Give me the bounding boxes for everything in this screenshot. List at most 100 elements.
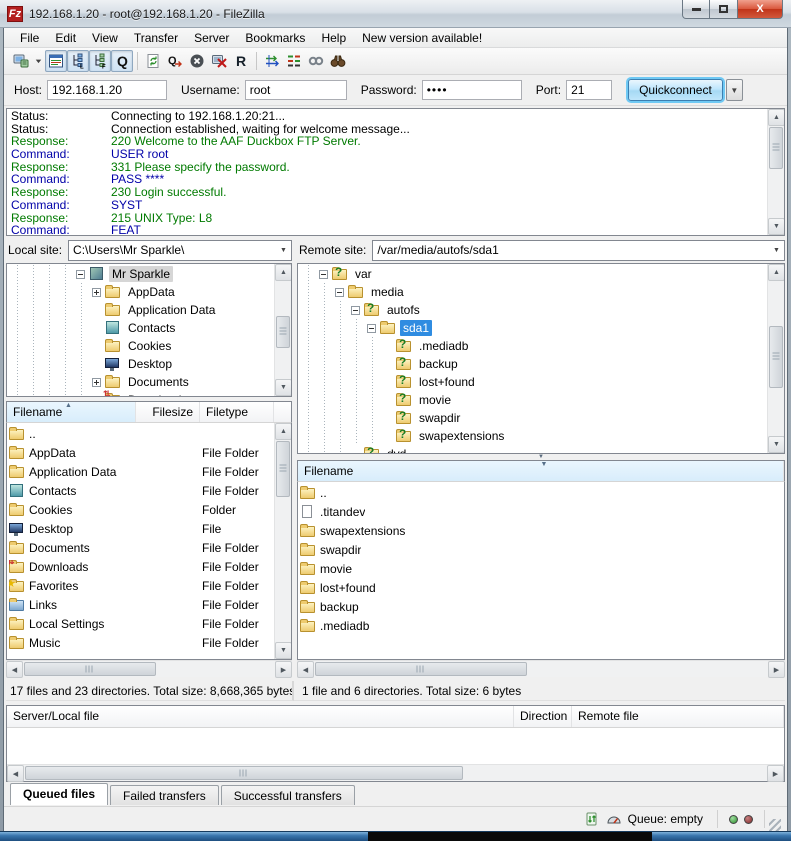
local-file-row--[interactable]: ..: [9, 424, 274, 443]
remote-tree-vertical-scrollbar[interactable]: ▲ ▼: [767, 264, 784, 453]
remote-file-row-backup[interactable]: backup: [300, 597, 782, 616]
local-tree-item-mr-sparkle[interactable]: Mr Sparkle: [9, 265, 273, 283]
queue-column-remote-file[interactable]: Remote file: [572, 706, 784, 727]
collapse-icon[interactable]: [335, 288, 344, 297]
local-list-vertical-scrollbar[interactable]: ▲ ▼: [274, 423, 291, 659]
expand-icon[interactable]: [92, 288, 101, 297]
collapse-icon[interactable]: [319, 270, 328, 279]
menu-item-edit[interactable]: Edit: [47, 29, 84, 47]
collapse-icon[interactable]: [367, 324, 376, 333]
local-file-row-application-data[interactable]: Application DataFile Folder: [9, 462, 274, 481]
collapse-icon[interactable]: [76, 270, 85, 279]
local-list-horizontal-scrollbar[interactable]: ◀ ▶: [6, 660, 292, 677]
site-manager-dropdown-button[interactable]: [32, 50, 45, 72]
remote-file-row--mediadb[interactable]: .mediadb: [300, 616, 782, 635]
menu-item-transfer[interactable]: Transfer: [126, 29, 186, 47]
remote-file-list[interactable]: ...titandevswapextensionsswapdirmovielos…: [297, 482, 785, 660]
scroll-down-icon[interactable]: ▼: [275, 642, 292, 659]
speed-limit-gauge-icon[interactable]: [606, 811, 622, 827]
local-site-combobox[interactable]: C:\Users\Mr Sparkle\ ▼: [68, 240, 292, 261]
toggle-message-log-button[interactable]: [45, 50, 67, 72]
title-bar[interactable]: Fz 192.168.1.20 - root@192.168.1.20 - Fi…: [0, 0, 791, 28]
column-header-filetype[interactable]: Filetype: [200, 402, 274, 422]
local-list-hscroll-thumb[interactable]: [24, 662, 156, 676]
quickconnect-dropdown-button[interactable]: ▼: [726, 79, 743, 101]
remote-tree-item-media[interactable]: media: [300, 283, 766, 301]
remote-file-row-swapextensions[interactable]: swapextensions: [300, 521, 782, 540]
scroll-up-icon[interactable]: ▲: [768, 264, 785, 281]
local-tree-item-desktop[interactable]: Desktop: [9, 355, 273, 373]
directory-comparison-button[interactable]: [283, 50, 305, 72]
reconnect-button[interactable]: R: [230, 50, 252, 72]
local-tree-item-downloads[interactable]: ⇅Downloads: [9, 391, 273, 396]
menu-item-new-version-available[interactable]: New version available!: [354, 29, 490, 47]
local-file-row-contacts[interactable]: ContactsFile Folder: [9, 481, 274, 500]
local-tree-scroll-thumb[interactable]: [276, 316, 290, 348]
local-file-row-favorites[interactable]: ★FavoritesFile Folder: [9, 576, 274, 595]
scroll-left-icon[interactable]: ◀: [7, 765, 24, 782]
tab-failed-transfers[interactable]: Failed transfers: [110, 785, 219, 805]
queue-column-local-file[interactable]: Server/Local file: [7, 706, 514, 727]
queue-hscroll-thumb[interactable]: [25, 766, 463, 780]
local-tree-item-contacts[interactable]: Contacts: [9, 319, 273, 337]
local-file-row-desktop[interactable]: DesktopFile: [9, 519, 274, 538]
remote-file-row--[interactable]: ..: [300, 483, 782, 502]
local-tree-vertical-scrollbar[interactable]: ▲ ▼: [274, 264, 291, 396]
remote-tree-item-autofs[interactable]: ?autofs: [300, 301, 766, 319]
toggle-remote-treeview-button[interactable]: F: [89, 50, 111, 72]
tab-queued-files[interactable]: Queued files: [10, 783, 108, 805]
remote-tree-item-swapdir[interactable]: ?swapdir: [300, 409, 766, 427]
directory-listing-filters-button[interactable]: [261, 50, 283, 72]
scroll-left-icon[interactable]: ◀: [6, 661, 23, 678]
queue-body[interactable]: [7, 728, 784, 764]
remote-tree-item-swapextensions[interactable]: ?swapextensions: [300, 427, 766, 445]
scroll-right-icon[interactable]: ▶: [275, 661, 292, 678]
scroll-right-icon[interactable]: ▶: [768, 661, 785, 678]
scroll-down-icon[interactable]: ▼: [275, 379, 292, 396]
remote-tree-item-lost-found[interactable]: ?lost+found: [300, 373, 766, 391]
remote-file-row-swapdir[interactable]: swapdir: [300, 540, 782, 559]
column-header-filesize[interactable]: Filesize: [136, 402, 200, 422]
remote-file-row--titandev[interactable]: .titandev: [300, 502, 782, 521]
local-file-row-appdata[interactable]: AppDataFile Folder: [9, 443, 274, 462]
local-file-row-downloads[interactable]: ⇅DownloadsFile Folder: [9, 557, 274, 576]
menu-item-server[interactable]: Server: [186, 29, 237, 47]
toggle-local-treeview-button[interactable]: L: [67, 50, 89, 72]
menu-item-file[interactable]: File: [12, 29, 47, 47]
cancel-operation-button[interactable]: [186, 50, 208, 72]
scroll-up-icon[interactable]: ▲: [275, 423, 292, 440]
log-vertical-scrollbar[interactable]: ▲ ▼: [767, 109, 784, 235]
local-tree-item-application-data[interactable]: Application Data: [9, 301, 273, 319]
menu-item-view[interactable]: View: [84, 29, 126, 47]
collapse-icon[interactable]: [351, 306, 360, 315]
local-tree-item-cookies[interactable]: Cookies: [9, 337, 273, 355]
remote-tree-item-sda1[interactable]: sda1: [300, 319, 766, 337]
maximize-button[interactable]: [710, 0, 738, 19]
close-button[interactable]: X: [738, 0, 783, 19]
column-header-filename[interactable]: Filename ▲: [7, 402, 136, 422]
local-file-row-music[interactable]: MusicFile Folder: [9, 633, 274, 652]
scroll-right-icon[interactable]: ▶: [767, 765, 784, 782]
port-input[interactable]: [566, 80, 612, 100]
minimize-button[interactable]: [682, 0, 710, 19]
remote-tree-item-dvd[interactable]: ?dvd: [300, 445, 766, 453]
host-input[interactable]: [47, 80, 167, 100]
username-input[interactable]: [245, 80, 347, 100]
remote-list-horizontal-scrollbar[interactable]: ◀ ▶: [297, 660, 785, 677]
refresh-button[interactable]: [142, 50, 164, 72]
remote-tree-item-var[interactable]: ?var: [300, 265, 766, 283]
local-tree-item-documents[interactable]: Documents: [9, 373, 273, 391]
local-list-scroll-thumb[interactable]: [276, 441, 290, 497]
expand-icon[interactable]: [92, 396, 101, 397]
remote-file-row-movie[interactable]: movie: [300, 559, 782, 578]
local-file-row-links[interactable]: LinksFile Folder: [9, 595, 274, 614]
scroll-up-icon[interactable]: ▲: [275, 264, 292, 281]
local-tree-item-appdata[interactable]: AppData: [9, 283, 273, 301]
remote-tree-scroll-thumb[interactable]: [769, 326, 783, 388]
remote-tree-item-movie[interactable]: ?movie: [300, 391, 766, 409]
local-directory-tree[interactable]: Mr SparkleAppDataApplication DataContact…: [6, 263, 292, 397]
synchronized-browsing-button[interactable]: [305, 50, 327, 72]
queue-column-direction[interactable]: Direction: [514, 706, 572, 727]
local-file-row-cookies[interactable]: CookiesFolder: [9, 500, 274, 519]
local-file-row-local-settings[interactable]: Local SettingsFile Folder: [9, 614, 274, 633]
